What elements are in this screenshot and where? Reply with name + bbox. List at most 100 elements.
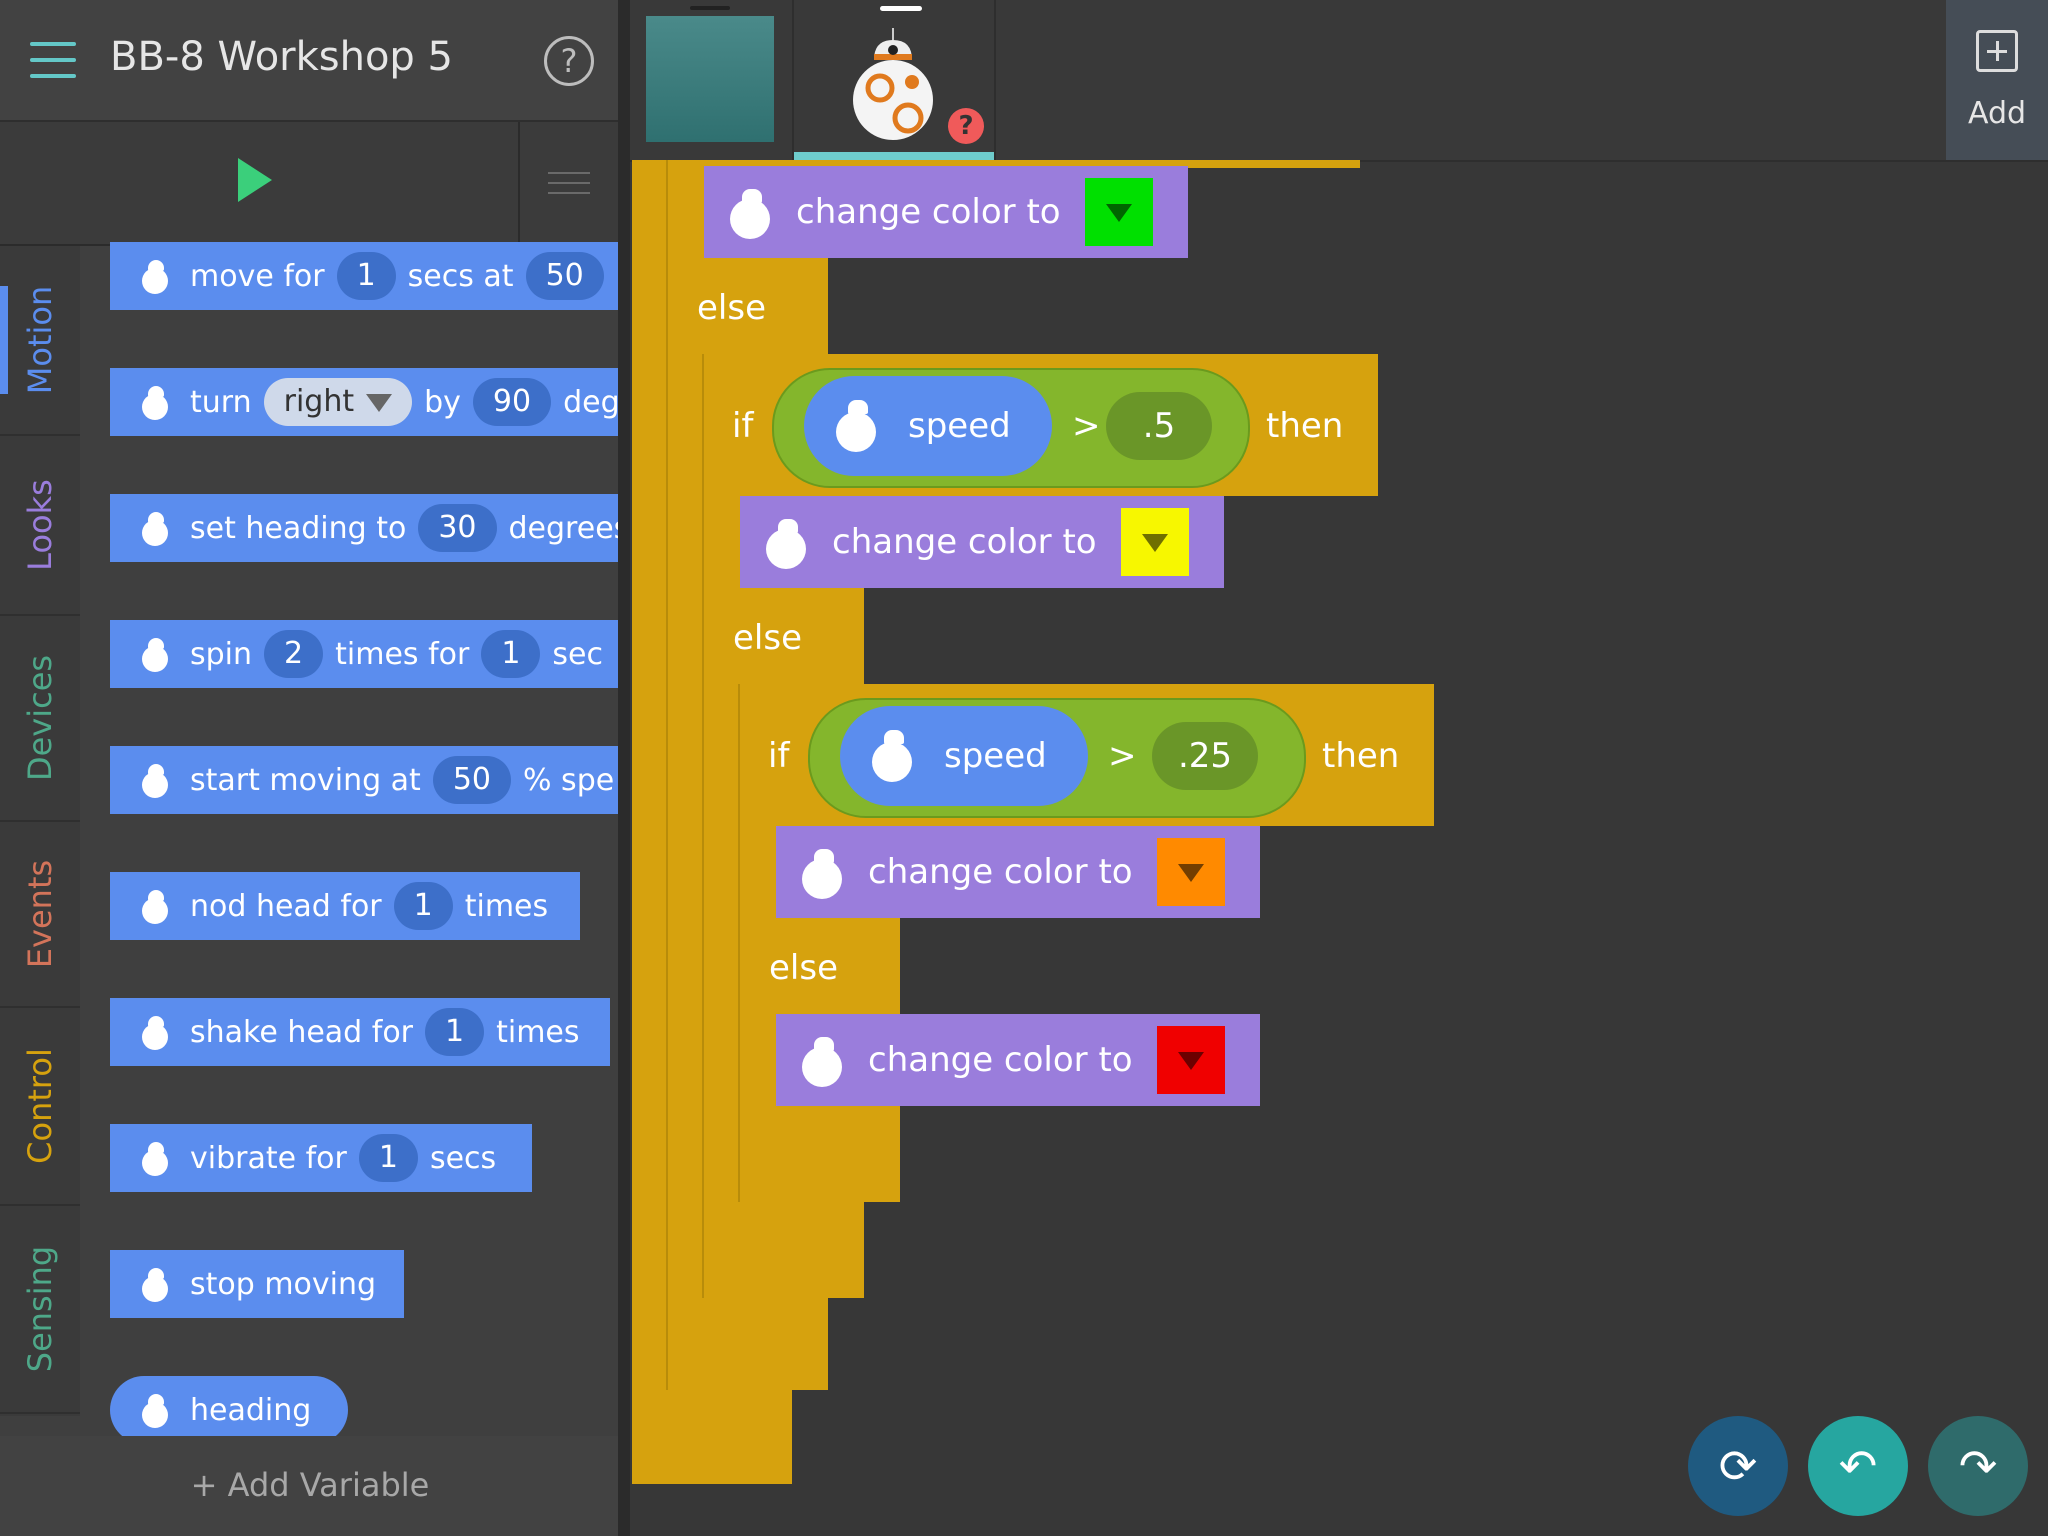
block-text: change color to: [868, 1040, 1133, 1080]
plus-icon[interactable]: [1976, 30, 2018, 72]
background-thumbnail[interactable]: [646, 16, 774, 142]
block-set-heading[interactable]: set heading to 30 degrees: [110, 494, 618, 562]
tab-devices[interactable]: Devices: [0, 616, 80, 822]
divider: [792, 0, 794, 160]
block-text: deg: [563, 384, 618, 420]
block-shake-head[interactable]: shake head for 1 times: [110, 998, 610, 1066]
value-pill[interactable]: 1: [393, 882, 453, 930]
block-text: secs: [429, 1140, 497, 1176]
block-spin[interactable]: spin 2 times for 1 sec: [110, 620, 618, 688]
value-pill[interactable]: 90: [472, 378, 552, 426]
panel-divider: [618, 0, 630, 1536]
bb8-icon: [140, 638, 172, 672]
color-swatch-dropdown[interactable]: [1084, 178, 1153, 246]
value-pill[interactable]: 50: [432, 756, 512, 804]
tab-motion[interactable]: Motion: [0, 246, 80, 436]
value-pill[interactable]: 1: [425, 1008, 485, 1056]
block-text: nod head for: [190, 888, 382, 924]
if-label: if: [732, 406, 754, 446]
block-text: change color to: [796, 192, 1061, 232]
block-nod-head[interactable]: nod head for 1 times: [110, 872, 580, 940]
bb8-icon: [140, 260, 172, 294]
block-text: times: [464, 888, 549, 924]
block-stop-moving[interactable]: stop moving: [110, 1250, 404, 1318]
bb8-icon: [140, 890, 172, 924]
bb8-icon: [764, 519, 808, 569]
chevron-down-icon: [366, 393, 393, 412]
block-move-for[interactable]: move for 1 secs at 50: [110, 242, 618, 310]
change-color-block-orange[interactable]: change color to: [776, 826, 1260, 918]
tab-control[interactable]: Control: [0, 1008, 80, 1206]
direction-dropdown[interactable]: right: [263, 378, 413, 426]
bb8-icon: [140, 764, 172, 798]
value-pill[interactable]: 30: [418, 504, 497, 552]
hamburger-icon[interactable]: [30, 42, 76, 78]
speed-label: speed: [944, 736, 1047, 776]
help-button[interactable]: ?: [544, 36, 594, 86]
thumb-handle: [690, 6, 730, 10]
bb8-reset-icon[interactable]: ⟳: [1688, 1416, 1788, 1516]
bb8-sprite-thumbnail[interactable]: [850, 28, 936, 142]
list-icon[interactable]: [548, 172, 590, 194]
selected-sprite-indicator: [794, 152, 994, 160]
block-text: turn: [190, 384, 252, 420]
block-text: move for: [190, 258, 325, 294]
tab-sensing[interactable]: Sensing: [0, 1206, 80, 1414]
play-icon[interactable]: [238, 158, 272, 202]
block-text: shake head for: [190, 1014, 414, 1050]
tab-looks[interactable]: Looks: [0, 436, 80, 616]
color-swatch-dropdown[interactable]: [1156, 838, 1225, 906]
bb8-icon: [140, 512, 172, 546]
block-start-moving[interactable]: start moving at 50 % spe: [110, 746, 618, 814]
add-variable-button[interactable]: + Add Variable: [0, 1466, 620, 1504]
redo-icon[interactable]: ↷: [1928, 1416, 2028, 1516]
bb8-icon: [140, 1268, 172, 1302]
sprite-bar: [630, 0, 2048, 162]
warning-badge[interactable]: ?: [948, 108, 984, 144]
if-label: if: [768, 736, 790, 776]
block-text: stop moving: [190, 1266, 377, 1302]
value-pill[interactable]: 1: [358, 1134, 418, 1182]
value-pill[interactable]: 1: [336, 252, 396, 300]
speed-reporter[interactable]: speed: [840, 706, 1088, 806]
block-text: sec: [552, 636, 604, 672]
then-label: then: [1322, 736, 1400, 776]
divider: [518, 122, 520, 244]
block-heading-reporter[interactable]: heading: [110, 1376, 348, 1444]
value-pill[interactable]: 50: [525, 252, 604, 300]
color-swatch-dropdown[interactable]: [1120, 508, 1189, 576]
speed-label: speed: [908, 406, 1011, 446]
block-vibrate[interactable]: vibrate for 1 secs: [110, 1124, 532, 1192]
speed-reporter[interactable]: speed: [804, 376, 1052, 476]
value-pill[interactable]: 1: [481, 630, 541, 678]
block-text: times: [496, 1014, 580, 1050]
color-swatch-dropdown[interactable]: [1156, 1026, 1225, 1094]
block-text: degrees: [508, 510, 618, 546]
run-bar: [0, 122, 620, 246]
add-sprite-panel[interactable]: [1946, 0, 2048, 160]
undo-icon[interactable]: ↶: [1808, 1416, 1908, 1516]
change-color-block-red[interactable]: change color to: [776, 1014, 1260, 1106]
tab-events[interactable]: Events: [0, 822, 80, 1008]
greater-than-operator: >: [1108, 736, 1137, 776]
tab-label: Devices: [21, 654, 59, 782]
tab-label: Events: [21, 859, 59, 969]
block-text: change color to: [868, 852, 1133, 892]
program-title: BB-8 Workshop 5: [110, 34, 453, 80]
bb8-icon: [140, 386, 172, 420]
change-color-block-yellow[interactable]: change color to: [740, 496, 1224, 588]
else-label: else: [733, 618, 802, 658]
else-label: else: [769, 948, 838, 988]
block-turn[interactable]: turn right by 90 deg: [110, 368, 618, 436]
threshold-value[interactable]: .25: [1152, 722, 1258, 790]
block-text: by: [424, 384, 461, 420]
chevron-down-icon: [1141, 534, 1168, 552]
active-tab-indicator: [0, 286, 8, 394]
dropdown-value: right: [283, 384, 355, 419]
divider: [994, 0, 996, 160]
threshold-value[interactable]: .5: [1106, 392, 1212, 460]
change-color-block-green[interactable]: change color to: [704, 166, 1188, 258]
chevron-down-icon: [1177, 864, 1204, 882]
value-pill[interactable]: 2: [264, 630, 324, 678]
bb8-icon: [140, 1394, 172, 1428]
